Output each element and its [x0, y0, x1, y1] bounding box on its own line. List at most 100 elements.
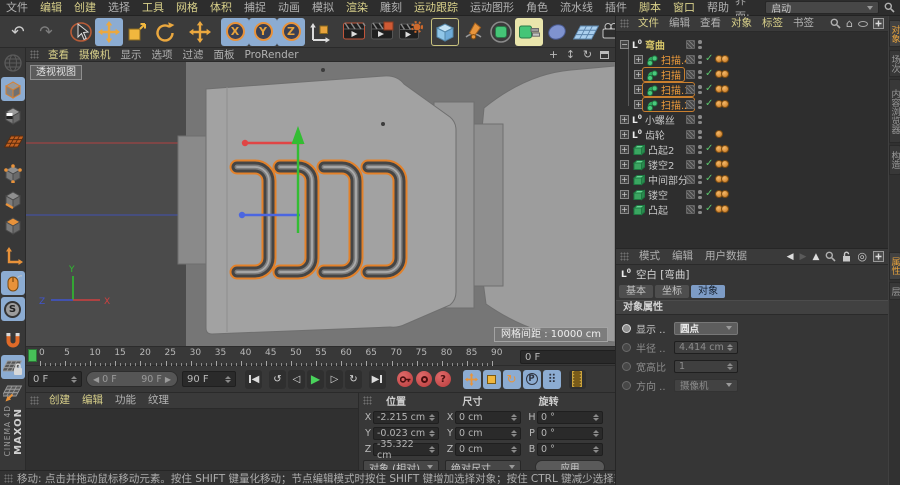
render-view-button[interactable] — [340, 18, 368, 46]
menu-item-14[interactable]: 角色 — [520, 0, 554, 15]
menu-item-9[interactable]: 模拟 — [306, 0, 340, 15]
edges-mode-button[interactable] — [1, 187, 25, 211]
render-settings-button[interactable] — [396, 18, 424, 46]
menu-item-6[interactable]: ProRender — [240, 48, 304, 62]
object-tags[interactable] — [715, 70, 729, 78]
dock-tab-场次[interactable]: 场次 — [889, 50, 900, 77]
viewport[interactable]: Y X Z 透视视图 网格间距 : 10000 cm — [26, 62, 615, 346]
timeline-ruler[interactable]: 051015202530354045505560657075808590 0 F — [26, 346, 615, 366]
add-environment-button[interactable] — [571, 18, 599, 46]
play-forwards-button[interactable]: ▶ — [307, 370, 324, 389]
tree-row-扫描.4[interactable]: +扫描.4✓ — [616, 52, 889, 67]
menu-item-2[interactable]: 功能 — [109, 393, 142, 408]
viewport-globe-button[interactable] — [1, 51, 25, 75]
lock-z-axis-button[interactable]: Z — [277, 18, 305, 46]
add-icon[interactable] — [873, 251, 884, 262]
layer-toggle[interactable] — [686, 100, 695, 109]
frame-range-slider[interactable]: ◀0 F90 F▶ — [86, 371, 178, 387]
attribute-field-1[interactable]: 4.414 cm — [674, 341, 738, 354]
coords-field-尺寸-X[interactable]: 0 cm — [455, 411, 521, 424]
enabled-check-icon[interactable]: ✓ — [705, 158, 713, 169]
search-icon[interactable] — [884, 2, 895, 13]
menu-item-1[interactable]: 编辑 — [76, 393, 109, 408]
target-icon[interactable]: ◎ — [857, 250, 867, 263]
gizmo-x-handle[interactable] — [242, 140, 248, 146]
tree-row-齿轮[interactable]: +L0齿轮 — [616, 127, 889, 142]
pan-view-icon[interactable]: + — [547, 48, 560, 61]
visibility-dots[interactable] — [698, 100, 702, 109]
tree-row-凸起[interactable]: +凸起✓ — [616, 202, 889, 217]
expander-icon[interactable]: + — [620, 205, 629, 214]
enabled-check-icon[interactable]: ✓ — [705, 143, 713, 154]
menu-item-2[interactable]: 显示 — [116, 48, 147, 62]
menu-item-2[interactable]: 用户数据 — [699, 249, 753, 264]
texture-mode-button[interactable] — [1, 103, 25, 127]
visibility-dots[interactable] — [698, 190, 702, 199]
attribute-dropdown-3[interactable]: 摄像机 — [674, 379, 738, 392]
object-tags[interactable] — [715, 100, 729, 108]
add-deformer-button[interactable] — [515, 18, 543, 46]
tree-row-扫描.2[interactable]: +扫描.2✓ — [616, 97, 889, 112]
layer-toggle[interactable] — [686, 205, 695, 214]
tree-row-中间部分[interactable]: +中间部分✓ — [616, 172, 889, 187]
menu-item-18[interactable]: 窗口 — [667, 0, 701, 15]
keyframe-circle-icon[interactable] — [622, 343, 631, 352]
history-forward-icon[interactable]: ▶ — [800, 252, 807, 262]
object-tags[interactable] — [715, 205, 729, 213]
interface-dropdown[interactable]: 启动 — [765, 1, 879, 14]
playhead[interactable] — [28, 349, 37, 362]
menu-item-6[interactable]: 体积 — [204, 0, 238, 15]
coords-field-尺寸-Y[interactable]: 0 cm — [455, 427, 521, 440]
tree-row-弯曲[interactable]: −L0弯曲 — [616, 37, 889, 52]
menu-item-5[interactable]: 面板 — [209, 48, 240, 62]
menu-item-4[interactable]: 标签 — [757, 16, 788, 31]
view-name-badge[interactable]: 透视视图 — [30, 65, 82, 80]
rotate-tool-button[interactable] — [151, 18, 179, 46]
menu-item-3[interactable]: 纹理 — [142, 393, 175, 408]
tree-row-小螺丝[interactable]: +L0小螺丝 — [616, 112, 889, 127]
visibility-dots[interactable] — [698, 115, 702, 124]
menu-item-16[interactable]: 插件 — [599, 0, 633, 15]
tab-坐标[interactable]: 坐标 — [655, 285, 689, 298]
menu-item-4[interactable]: 过滤 — [178, 48, 209, 62]
move-tool-button[interactable] — [95, 18, 123, 46]
history-back-icon[interactable]: ◀ — [787, 252, 794, 262]
render-picture-viewer-button[interactable] — [368, 18, 396, 46]
lock-x-axis-button[interactable]: X — [221, 18, 249, 46]
autokeying-button[interactable] — [416, 371, 432, 387]
expander-icon[interactable]: + — [620, 130, 629, 139]
model-plate[interactable] — [206, 76, 456, 334]
axis-mode-button[interactable] — [1, 245, 25, 269]
tab-对象[interactable]: 对象 — [691, 285, 725, 298]
menu-item-3[interactable]: 选择 — [102, 0, 136, 15]
layer-toggle[interactable] — [686, 85, 695, 94]
visibility-dots[interactable] — [698, 70, 702, 79]
menu-item-0[interactable]: 查看 — [43, 48, 74, 62]
menu-item-10[interactable]: 渲染 — [340, 0, 374, 15]
enabled-check-icon[interactable]: ✓ — [705, 173, 713, 184]
points-mode-button[interactable] — [1, 161, 25, 185]
enabled-check-icon[interactable]: ✓ — [705, 188, 713, 199]
rotate-view-icon[interactable]: ↻ — [581, 48, 594, 61]
visibility-dots[interactable] — [698, 175, 702, 184]
menu-item-11[interactable]: 雕刻 — [374, 0, 408, 15]
panel-grip-icon[interactable] — [620, 252, 629, 261]
animation-help-button[interactable]: ? — [435, 371, 451, 387]
parent-object-icon[interactable]: ▲ — [812, 252, 819, 262]
tree-row-扫描.1[interactable]: +扫描.1✓ — [616, 82, 889, 97]
expander-icon[interactable]: + — [634, 70, 643, 79]
menu-item-2[interactable]: 创建 — [68, 0, 102, 15]
keyframe-selection-button[interactable]: ⠿ — [543, 370, 561, 389]
menu-item-4[interactable]: 工具 — [136, 0, 170, 15]
visibility-dots[interactable] — [698, 160, 702, 169]
object-tags[interactable] — [715, 55, 729, 63]
menu-item-5[interactable]: 网格 — [170, 0, 204, 15]
go-to-start-button[interactable]: ◀ — [245, 370, 262, 389]
coords-field-旋转-P[interactable]: 0 ° — [537, 427, 603, 440]
panel-grip-icon[interactable] — [30, 50, 39, 59]
expander-icon[interactable]: + — [620, 115, 629, 124]
powerslider-settings-button[interactable] — [569, 370, 586, 389]
expander-icon[interactable]: + — [634, 85, 643, 94]
keyframe-circle-icon[interactable] — [622, 324, 631, 333]
menu-item-3[interactable]: 选项 — [147, 48, 178, 62]
